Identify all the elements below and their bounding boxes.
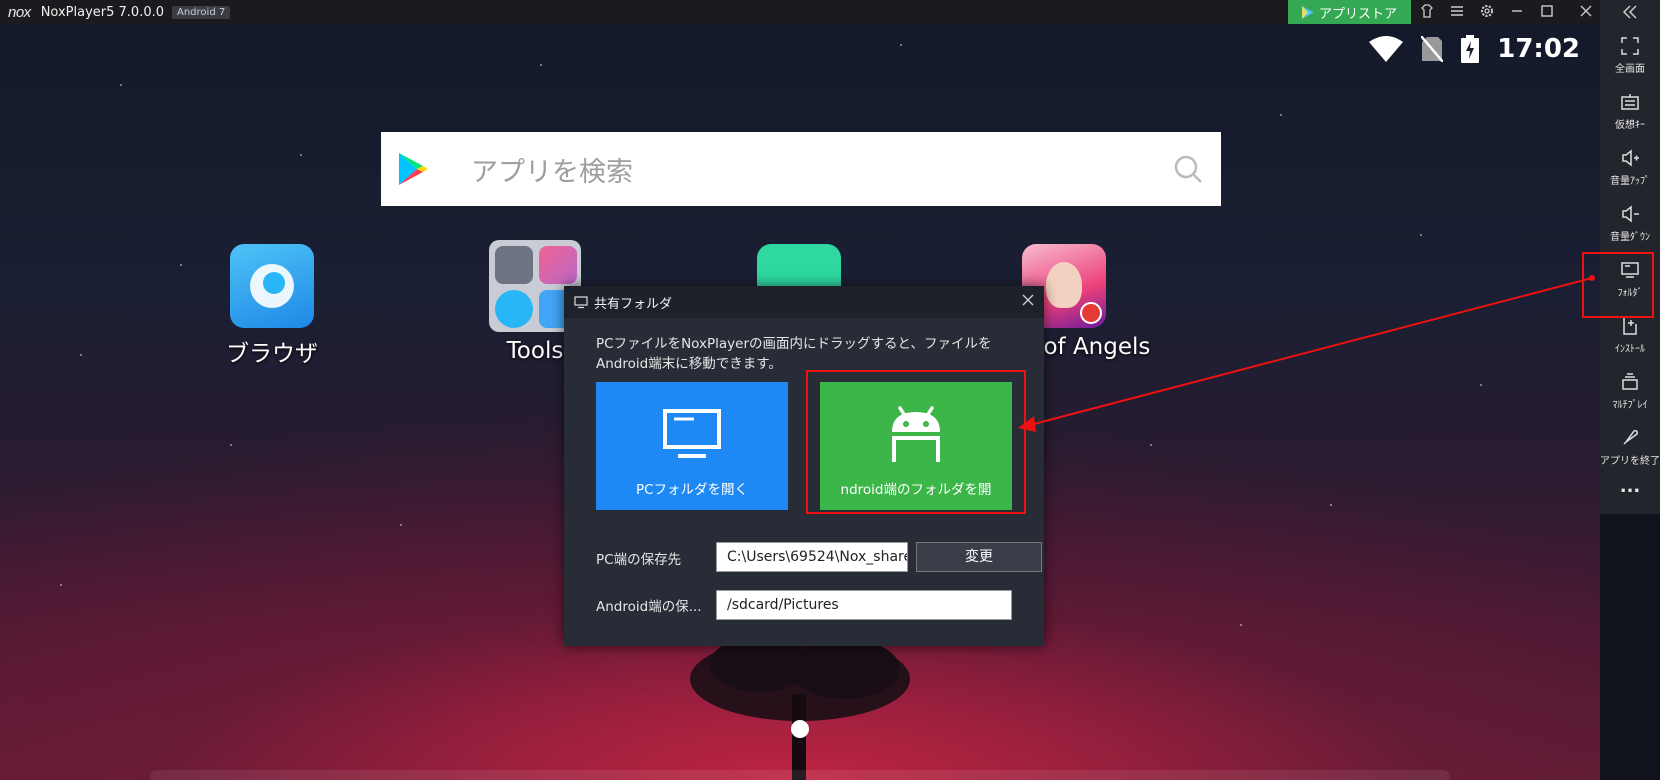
fullscreen-icon — [1621, 37, 1639, 55]
close-icon[interactable] — [1577, 3, 1595, 21]
change-path-button[interactable]: 変更 — [916, 542, 1042, 572]
sidebar-item-volume-up[interactable]: 音量ｱｯﾌﾟ — [1600, 146, 1660, 187]
close-icon[interactable] — [1020, 292, 1036, 308]
search-placeholder: アプリを検索 — [471, 156, 633, 188]
pc-path-label: PC端の保存先 — [596, 552, 682, 568]
sidebar-item-label: 全画面 — [1615, 64, 1645, 75]
app-title: NoxPlayer5 7.0.0.0 — [40, 4, 164, 20]
dialog-title: 共有フォルダ — [594, 296, 673, 312]
sidebar-item-volume-down[interactable]: 音量ﾀﾞｳﾝ — [1600, 202, 1660, 243]
dialog-header: 共有フォルダ — [564, 286, 1044, 318]
shared-folder-dialog: 共有フォルダ PCファイルをNoxPlayerの画面内にドラッグすると、ファイル… — [564, 286, 1044, 646]
android-status-bar: 17:02 — [1369, 34, 1580, 64]
sidebar-item-label: 音量ﾀﾞｳﾝ — [1610, 232, 1650, 243]
settings-icon[interactable] — [1478, 3, 1496, 21]
minimize-icon[interactable] — [1508, 3, 1526, 21]
no-sim-icon — [1421, 36, 1444, 62]
nox-logo: nox — [8, 3, 31, 21]
wifi-icon — [1369, 36, 1404, 62]
pc-folder-label: PCフォルダを開く — [635, 482, 749, 498]
virtual-keyboard-icon — [1621, 94, 1639, 110]
open-pc-folder-button[interactable]: PCフォルダを開く — [596, 382, 788, 510]
menu-icon[interactable] — [1448, 3, 1466, 21]
annotation-highlight-android-button — [806, 370, 1026, 514]
home-page-indicator[interactable] — [791, 720, 809, 738]
volume-up-icon — [1622, 149, 1639, 167]
double-chevron-left-icon — [1622, 5, 1637, 19]
sidebar-item-label: ﾏﾙﾁﾌﾟﾚｲ — [1612, 400, 1648, 411]
play-store-icon — [399, 153, 428, 185]
play-store-icon — [1301, 5, 1314, 19]
battery-charging-icon — [1461, 35, 1480, 63]
volume-down-icon — [1622, 205, 1639, 223]
folder-screen-icon — [574, 296, 588, 309]
description-line: PCファイルをNoxPlayerの画面内にドラッグすると、ファイルを — [596, 336, 992, 352]
sidebar-item-install[interactable]: ｲﾝｽﾄｰﾙ — [1600, 314, 1660, 355]
app-label: ブラウザ — [226, 341, 318, 367]
android-path-field[interactable]: /sdcard/Pictures — [716, 590, 1012, 620]
title-bar: nox NoxPlayer5 7.0.0.0 Android 7 アプリストア — [0, 0, 1600, 24]
dock-bar — [150, 770, 1450, 780]
browser-app-icon — [230, 244, 314, 328]
search-icon[interactable] — [1173, 154, 1203, 184]
app-store-button[interactable]: アプリストア — [1288, 0, 1411, 24]
sidebar-item-multi-instance[interactable]: ﾏﾙﾁﾌﾟﾚｲ — [1600, 370, 1660, 411]
sidebar-item-label: 音量ｱｯﾌﾟ — [1610, 176, 1650, 187]
android-version-badge: Android 7 — [172, 5, 231, 19]
sidebar-item-label: 仮想ｷｰ — [1615, 120, 1645, 131]
sidebar-item-close-apps[interactable]: アプリを終了 — [1600, 426, 1660, 467]
annotation-highlight-sidebar — [1582, 252, 1654, 318]
multi-instance-icon — [1622, 373, 1638, 390]
maximize-icon[interactable] — [1538, 3, 1556, 21]
tree-silhouette — [690, 636, 910, 780]
sidebar-item-label: ｲﾝｽﾄｰﾙ — [1615, 344, 1645, 355]
app-browser[interactable]: ブラウザ — [212, 244, 332, 368]
android-path-label: Android端の保... — [596, 599, 702, 615]
dialog-description: PCファイルをNoxPlayerの画面内にドラッグすると、ファイルを Andro… — [596, 334, 1026, 374]
rocket-icon — [1623, 430, 1638, 445]
app-label: e of Angels — [1022, 334, 1151, 360]
monitor-icon — [663, 409, 721, 458]
apk-install-icon — [1623, 318, 1637, 335]
pc-path-field[interactable]: C:\Users\69524\Nox_share — [716, 542, 908, 572]
theme-icon[interactable] — [1418, 3, 1436, 21]
more-options-button[interactable]: ... — [1600, 478, 1660, 496]
app-store-label: アプリストア — [1318, 6, 1397, 22]
sidebar-item-fullscreen[interactable]: 全画面 — [1600, 34, 1660, 75]
status-time: 17:02 — [1497, 34, 1580, 64]
collapse-sidebar-button[interactable] — [1600, 0, 1660, 24]
sidebar-item-label: アプリを終了 — [1600, 456, 1660, 467]
sidebar-item-virtual-key[interactable]: 仮想ｷｰ — [1600, 90, 1660, 131]
play-search-bar[interactable]: アプリを検索 — [381, 132, 1221, 206]
